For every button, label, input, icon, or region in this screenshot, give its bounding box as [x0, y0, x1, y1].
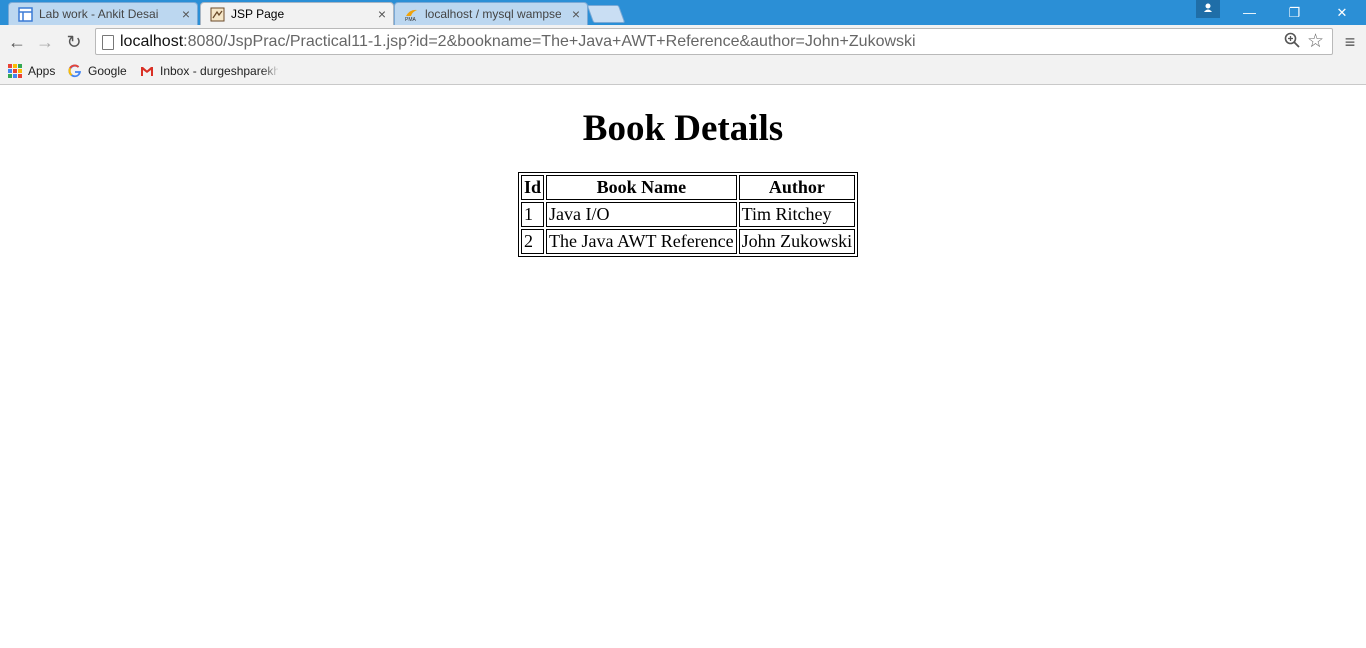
minimize-button[interactable]: —: [1227, 0, 1272, 25]
tab-close-icon[interactable]: ×: [572, 5, 580, 23]
bookmark-google[interactable]: Google: [68, 63, 130, 79]
page-icon: [102, 35, 114, 50]
svg-text:PMA: PMA: [405, 17, 417, 22]
phpmyadmin-icon: PMA: [405, 9, 417, 22]
new-tab-button[interactable]: [586, 5, 626, 23]
forward-button[interactable]: →: [33, 30, 57, 54]
person-icon: [1204, 3, 1212, 12]
tab-title: JSP Page: [231, 7, 285, 21]
address-bar[interactable]: localhost:8080/JspPrac/Practical11-1.jsp…: [95, 28, 1333, 55]
page-heading: Book Details: [582, 108, 784, 149]
cell-author: Tim Ritchey: [738, 202, 856, 227]
table-header-row: Id Book Name Author: [521, 175, 856, 200]
tab-close-icon[interactable]: ×: [182, 5, 190, 23]
google-icon: [68, 64, 81, 78]
gmail-icon: [141, 67, 153, 76]
table-row: 1 Java I/O Tim Ritchey: [521, 202, 856, 227]
profile-button[interactable]: [1196, 0, 1220, 18]
tab-close-icon[interactable]: ×: [378, 5, 386, 23]
back-button[interactable]: ←: [5, 30, 29, 54]
bookmarks-bar: Apps Google Inbox - durgeshparekh: [0, 59, 1366, 85]
cell-book-name: The Java AWT Reference: [546, 229, 737, 254]
title-bar: Lab work - Ankit Desai × JSP Page × PMA …: [0, 0, 1366, 25]
restore-button[interactable]: ❐: [1272, 0, 1317, 25]
menu-icon[interactable]: ≡: [1339, 30, 1361, 54]
bookmark-inbox[interactable]: Inbox - durgeshparekh: [140, 63, 278, 79]
column-header-author: Author: [738, 175, 856, 200]
tab-title: localhost / mysql wampserver: [425, 7, 561, 21]
column-header-book-name: Book Name: [546, 175, 737, 200]
url-text[interactable]: localhost:8080/JspPrac/Practical11-1.jsp…: [120, 33, 916, 51]
tab-phpmyadmin[interactable]: PMA localhost / mysql wampserver ×: [394, 2, 588, 25]
bookmark-label: Apps: [28, 64, 56, 78]
url-host: localhost: [120, 33, 184, 50]
tab-jsp-page[interactable]: JSP Page ×: [200, 2, 394, 25]
bookmark-label: Inbox - durgeshparekh: [160, 64, 278, 78]
url-path: :8080/JspPrac/Practical11-1.jsp?id=2&boo…: [183, 33, 916, 50]
close-window-button[interactable]: ✕: [1318, 0, 1366, 25]
document-icon: [18, 7, 33, 22]
bookmark-star-icon[interactable]: ☆: [1307, 30, 1324, 53]
reload-button[interactable]: ↻: [62, 30, 86, 54]
tab-title: Lab work - Ankit Desai: [39, 7, 159, 21]
column-header-id: Id: [521, 175, 545, 200]
book-table: Id Book Name Author 1 Java I/O Tim Ritch…: [518, 172, 859, 257]
table-row: 2 The Java AWT Reference John Zukowski: [521, 229, 856, 254]
apps-grid-icon: [8, 64, 22, 78]
page-favicon-icon: [210, 7, 225, 22]
cell-id: 1: [521, 202, 545, 227]
cell-id: 2: [521, 229, 545, 254]
cell-book-name: Java I/O: [546, 202, 737, 227]
tab-lab-work[interactable]: Lab work - Ankit Desai ×: [8, 2, 198, 25]
bookmark-apps[interactable]: Apps: [8, 63, 63, 79]
bookmark-label: Google: [88, 64, 127, 78]
cell-author: John Zukowski: [738, 229, 856, 254]
page-content: Book Details Id Book Name Author 1 Java …: [0, 85, 1366, 648]
browser-toolbar: ← → ↻ localhost:8080/JspPrac/Practical11…: [0, 25, 1366, 59]
zoom-icon[interactable]: [1284, 32, 1300, 53]
